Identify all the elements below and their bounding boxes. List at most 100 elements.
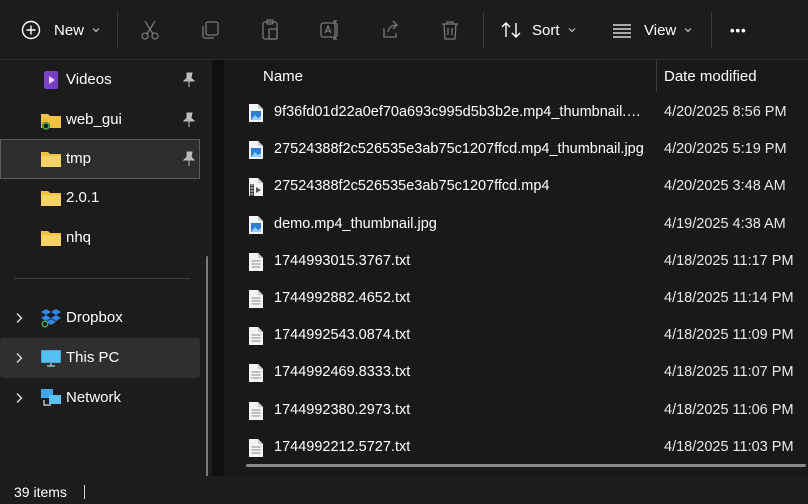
file-date-modified: 4/19/2025 4:38 AM [664,215,786,232]
nav-item-nhq[interactable]: nhq [0,218,200,258]
file-row[interactable]: 1744992882.4652.txt 4/18/2025 11:14 PM [238,280,808,317]
chevron-right-icon[interactable] [14,312,24,324]
image-file-icon [249,141,263,160]
status-bar: 39 items [0,476,808,504]
network-icon [41,389,61,406]
file-name: 1744992380.2973.txt [274,401,411,418]
file-name: 1744992469.8333.txt [274,364,411,381]
horizontal-scrollbar[interactable] [246,464,806,467]
copy-icon[interactable] [198,18,222,42]
nav-item-label: 2.0.1 [66,189,100,206]
this-pc-icon [41,350,61,367]
sort-icon [501,22,521,38]
chevron-down-icon [684,28,692,33]
new-icon [21,20,41,40]
file-date-modified: 4/20/2025 5:19 PM [664,141,787,158]
file-date-modified: 4/20/2025 8:56 PM [664,104,787,120]
nav-item-this-pc[interactable]: This PC [0,338,200,378]
file-row[interactable]: 1744992469.8333.txt 4/18/2025 11:07 PM [238,354,808,391]
folder-icon [41,152,61,167]
chevron-down-icon [568,28,575,33]
pin-icon [182,112,196,127]
nav-item-label: web_gui [66,111,122,128]
item-count: 39 items [14,484,67,500]
more-options-button[interactable]: ••• [730,12,758,48]
column-header-date-modified[interactable]: Date modified [664,60,757,92]
toolbar-separator [483,12,484,48]
chevron-down-icon [92,28,100,33]
nav-item-videos[interactable]: Videos [0,60,200,100]
image-file-icon [249,104,263,122]
file-date-modified: 4/18/2025 11:17 PM [664,252,794,269]
image-file-icon [249,215,263,234]
nav-item-2-0-1[interactable]: 2.0.1 [0,178,200,218]
rename-icon[interactable] [318,18,342,42]
text-file-icon [249,290,263,308]
text-file-icon [249,364,263,383]
text-file-icon [249,327,263,346]
sort-button[interactable]: Sort [500,12,590,48]
nav-item-web-gui[interactable]: web_gui [0,100,200,140]
file-name: 27524388f2c526535e3ab75c1207ffcd.mp4 [274,178,550,195]
videos-folder-icon [44,71,58,89]
video-file-icon [249,178,263,197]
folder-icon [41,231,61,246]
column-header-label: Name [263,67,304,85]
file-row[interactable]: 27524388f2c526535e3ab75c1207ffcd.mp4 4/20… [238,168,808,205]
command-bar: New Sort View ••• [0,0,808,60]
file-row[interactable]: 1744993015.3767.txt 4/18/2025 11:17 PM [238,243,808,280]
nav-item-tmp[interactable]: tmp [0,139,200,179]
delete-icon[interactable] [438,18,462,42]
file-name: 1744992882.4652.txt [274,290,411,306]
new-button[interactable]: New [12,12,106,48]
nav-item-label: Network [66,389,122,406]
nav-item-label: Dropbox [66,309,123,326]
nav-item-label: tmp [66,150,92,167]
column-separator[interactable] [656,60,657,92]
text-file-icon [249,252,263,271]
file-row[interactable]: 1744992380.2973.txt 4/18/2025 11:06 PM [238,392,808,429]
nav-divider [14,278,190,279]
file-name: 1744992543.0874.txt [274,327,411,344]
file-row[interactable]: 1744992212.5727.txt 4/18/2025 11:03 PM [238,429,808,466]
chevron-right-icon[interactable] [14,392,24,404]
toolbar-separator [711,12,712,48]
nav-item-network[interactable]: Network [0,378,200,418]
text-file-icon [249,438,263,457]
file-name: 1744992212.5727.txt [274,438,411,455]
file-date-modified: 4/18/2025 11:14 PM [664,290,794,306]
nav-item-label: This PC [66,349,120,366]
chevron-right-icon[interactable] [14,352,24,364]
file-date-modified: 4/20/2025 3:48 AM [664,178,786,195]
sort-label: Sort [532,21,560,39]
file-date-modified: 4/18/2025 11:09 PM [664,327,794,344]
column-header-name[interactable]: Name [263,60,303,92]
pane-splitter[interactable] [212,60,224,476]
share-icon[interactable] [378,18,402,42]
toolbar-separator [117,12,118,48]
file-row[interactable]: 9f36fd01d22a0ef70a693c995d5b3b2e.mp4_thu… [238,94,808,131]
new-label: New [54,21,85,39]
view-label: View [644,21,677,39]
navigation-pane: Videos web_gui tmp 2.0.1 nhq Dropbox Thi… [0,60,212,504]
file-name: 27524388f2c526535e3ab75c1207ffcd.mp4_thu… [274,141,644,158]
nav-item-dropbox[interactable]: Dropbox [0,298,200,338]
file-row[interactable]: 1744992543.0874.txt 4/18/2025 11:09 PM [238,317,808,354]
text-file-icon [249,401,263,420]
nav-item-label: Videos [66,71,112,88]
column-header-label: Date modified [664,67,757,85]
more-icon: ••• [730,22,747,38]
view-button[interactable]: View [610,12,700,48]
file-row[interactable]: 27524388f2c526535e3ab75c1207ffcd.mp4_thu… [238,131,808,168]
cut-icon[interactable] [138,18,162,42]
paste-icon[interactable] [258,18,282,42]
dropbox-icon [41,309,61,328]
file-date-modified: 4/18/2025 11:03 PM [664,438,794,455]
file-row[interactable]: demo.mp4_thumbnail.jpg 4/19/2025 4:38 AM [238,206,808,243]
file-name: demo.mp4_thumbnail.jpg [274,215,437,232]
file-name: 9f36fd01d22a0ef70a693c995d5b3b2e.mp4_thu… [274,104,644,120]
file-list: Name Date modified 9f36fd01d22a0ef70a693… [224,60,808,476]
status-separator [84,485,85,499]
nav-scrollbar[interactable] [206,256,208,504]
folder-icon [41,191,61,206]
